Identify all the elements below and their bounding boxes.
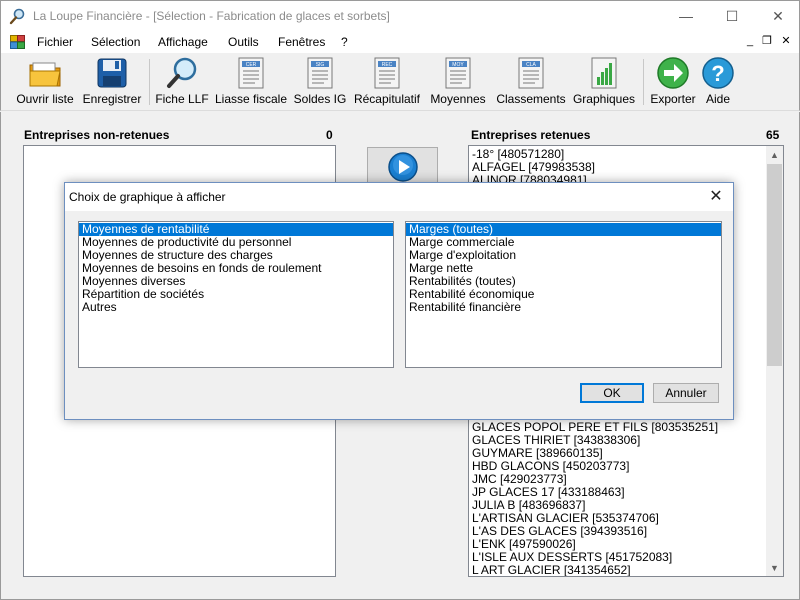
list-item[interactable]: Répartition de sociétés xyxy=(79,288,393,301)
soldes-ig-label: Soldes IG xyxy=(293,92,347,106)
list-item[interactable]: Rentabilité financière xyxy=(406,301,721,314)
bar-chart-icon xyxy=(586,56,622,90)
child-window-icon[interactable] xyxy=(10,35,25,49)
dialog-close-button[interactable]: ✕ xyxy=(705,186,727,208)
help-icon: ? xyxy=(700,56,736,90)
green-arrow-icon xyxy=(655,56,691,90)
menu-affichage[interactable]: Affichage xyxy=(158,35,208,49)
rec-tag: REC xyxy=(382,62,393,68)
left-panel-count: 0 xyxy=(326,128,333,142)
chart-choice-dialog: Choix de graphique à afficher ✕ Moyennes… xyxy=(64,182,734,420)
menu-selection[interactable]: Sélection xyxy=(91,35,140,49)
cer-tag: CER xyxy=(246,62,257,68)
recapitulatif-button[interactable]: REC Récapitulatif xyxy=(352,56,422,108)
fiche-llf-button[interactable]: Fiche LLF xyxy=(155,56,209,108)
document-moy-icon: MOY xyxy=(440,56,476,90)
classements-button[interactable]: CLA Classements xyxy=(495,56,567,108)
toolbar-separator xyxy=(149,59,150,105)
close-button[interactable]: ✕ xyxy=(755,1,800,31)
open-list-button[interactable]: Ouvrir liste xyxy=(15,56,75,108)
dialog-title: Choix de graphique à afficher xyxy=(69,190,226,204)
mdi-minimize-button[interactable]: _ xyxy=(743,34,757,48)
document-sig-icon: SIG xyxy=(302,56,338,90)
open-list-label: Ouvrir liste xyxy=(16,92,74,106)
vertical-scrollbar[interactable]: ▲ ▼ xyxy=(766,146,783,576)
help-button[interactable]: ? Aide xyxy=(701,56,735,108)
right-panel-count: 65 xyxy=(766,128,780,142)
sig-tag: SIG xyxy=(316,62,325,68)
chart-type-list[interactable]: Marges (toutes) Marge commerciale Marge … xyxy=(405,221,722,368)
scroll-down-icon[interactable]: ▼ xyxy=(766,559,783,576)
maximize-button[interactable]: ☐ xyxy=(709,1,755,31)
cancel-button[interactable]: Annuler xyxy=(653,383,719,403)
mdi-close-button[interactable]: ✕ xyxy=(779,34,793,48)
cla-tag: CLA xyxy=(526,62,536,68)
document-rec-icon: REC xyxy=(369,56,405,90)
help-label: Aide xyxy=(705,92,731,106)
svg-text:?: ? xyxy=(711,61,724,86)
menu-fichier[interactable]: Fichier xyxy=(37,35,73,49)
play-icon xyxy=(387,152,418,182)
list-item[interactable]: Autres xyxy=(79,301,393,314)
toolbar-separator xyxy=(643,59,644,105)
floppy-disk-icon xyxy=(94,56,130,90)
scroll-up-icon[interactable]: ▲ xyxy=(766,146,783,163)
save-label: Enregistrer xyxy=(82,92,142,106)
magnifier-app-icon xyxy=(9,8,25,25)
liasse-fiscale-button[interactable]: CER Liasse fiscale xyxy=(215,56,287,108)
scroll-thumb[interactable] xyxy=(767,164,782,366)
folder-icon xyxy=(27,56,63,90)
save-button[interactable]: Enregistrer xyxy=(83,56,141,108)
window-title: La Loupe Financière - [Sélection - Fabri… xyxy=(33,9,390,23)
moy-tag: MOY xyxy=(452,62,464,68)
toolbar: Ouvrir liste Enregistrer Fiche LLF CER L… xyxy=(0,53,800,111)
graphiques-label: Graphiques xyxy=(572,92,636,106)
recapitulatif-label: Récapitulatif xyxy=(353,92,421,106)
document-cla-icon: CLA xyxy=(513,56,549,90)
fiche-llf-label: Fiche LLF xyxy=(155,92,209,106)
right-panel-title: Entreprises retenues xyxy=(471,128,591,142)
menu-outils[interactable]: Outils xyxy=(228,35,259,49)
mdi-restore-button[interactable]: ❐ xyxy=(760,34,774,48)
magnifier-icon xyxy=(164,56,200,90)
ok-button[interactable]: OK xyxy=(580,383,644,403)
graphiques-button[interactable]: Graphiques xyxy=(572,56,636,108)
dialog-title-bar: Choix de graphique à afficher ✕ xyxy=(65,183,733,211)
document-cer-icon: CER xyxy=(233,56,269,90)
soldes-ig-button[interactable]: SIG Soldes IG xyxy=(293,56,347,108)
chart-category-list[interactable]: Moyennes de rentabilité Moyennes de prod… xyxy=(78,221,394,368)
classements-label: Classements xyxy=(496,92,566,106)
left-panel-title: Entreprises non-retenues xyxy=(24,128,170,142)
menu-bar: Fichier Sélection Affichage Outils Fenêt… xyxy=(0,31,800,53)
minimize-button[interactable]: — xyxy=(663,1,709,31)
export-label: Exporter xyxy=(650,92,696,106)
liasse-fiscale-label: Liasse fiscale xyxy=(214,92,288,106)
export-button[interactable]: Exporter xyxy=(649,56,697,108)
menu-help[interactable]: ? xyxy=(341,35,348,49)
menu-fenetres[interactable]: Fenêtres xyxy=(278,35,325,49)
transfer-button[interactable] xyxy=(367,147,438,187)
moyennes-label: Moyennes xyxy=(430,92,486,106)
list-item[interactable]: L ART GLACIER [341354652] xyxy=(469,564,718,577)
moyennes-button[interactable]: MOY Moyennes xyxy=(429,56,487,108)
title-bar: La Loupe Financière - [Sélection - Fabri… xyxy=(0,0,800,31)
